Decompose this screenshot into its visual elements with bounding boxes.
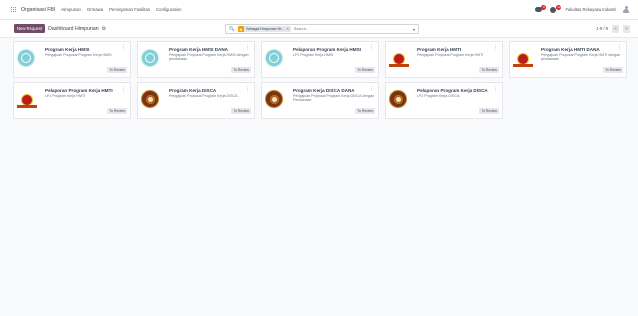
card-logo bbox=[265, 90, 283, 108]
main-menu: Himpunan Ormawa Peminjaman Fasilitas Con… bbox=[61, 7, 181, 12]
kanban-card[interactable]: Program Kerja HMSI DANA Pengajuan Propos… bbox=[137, 41, 255, 78]
card-title: Pelaporan Program Kerja HMSI bbox=[293, 47, 361, 52]
status-badge[interactable]: To Review bbox=[603, 67, 623, 73]
kanban-card[interactable]: Program Kerja DISCA Pengajuan Proposal P… bbox=[137, 82, 255, 119]
kanban-card[interactable]: Program Kerja DISCA DANA Pengajuan Propo… bbox=[261, 82, 379, 119]
user-avatar-icon[interactable] bbox=[622, 5, 630, 14]
search-input[interactable] bbox=[293, 27, 384, 31]
status-badge[interactable]: To Review bbox=[479, 67, 499, 73]
kebab-menu-icon[interactable]: ⋮ bbox=[245, 86, 250, 92]
card-title: Pelaporan Program Kerja HMTI bbox=[45, 88, 113, 93]
card-logo bbox=[141, 49, 159, 67]
card-title: Program Kerja HMSI DANA bbox=[169, 47, 228, 52]
card-logo bbox=[389, 90, 407, 108]
search-icon[interactable]: 🔍 bbox=[229, 26, 235, 32]
kebab-menu-icon[interactable]: ⋮ bbox=[121, 86, 126, 92]
card-title: Pelaporan Program Kerja DISCA bbox=[417, 88, 488, 93]
status-badge[interactable]: To Review bbox=[479, 108, 499, 114]
activity-badge: 12 bbox=[556, 5, 562, 10]
app-brand[interactable]: Organisasi FBI bbox=[21, 7, 55, 13]
kebab-menu-icon[interactable]: ⋮ bbox=[493, 86, 498, 92]
card-title: Program Kerja DISCA DANA bbox=[293, 88, 355, 93]
pager-value[interactable]: 1-9 / 9 bbox=[596, 26, 608, 31]
chat-icon[interactable]: 8 bbox=[535, 5, 547, 13]
kanban-card[interactable]: Program Kerja HMTI Pengajuan Proposal Pr… bbox=[385, 41, 503, 78]
status-badge[interactable]: To Review bbox=[107, 67, 127, 73]
card-subtitle: LPJ Program Kerja HMTI bbox=[45, 94, 86, 98]
card-logo bbox=[17, 92, 37, 108]
card-subtitle: Pengajuan Proposal Program Kerja HMSI de… bbox=[169, 53, 249, 62]
menu-peminjaman-fasilitas[interactable]: Peminjaman Fasilitas bbox=[109, 7, 150, 12]
kanban-view: Program Kerja HMSI Pengajuan Proposal Pr… bbox=[13, 41, 633, 119]
card-subtitle: Pengajuan Proposal Program Kerja HMTI de… bbox=[541, 53, 621, 62]
search-facet: ★ Sebagai Himpunan Ht... ✕ bbox=[237, 25, 291, 33]
activity-icon[interactable]: 12 bbox=[550, 5, 562, 13]
kebab-menu-icon[interactable]: ⋮ bbox=[369, 86, 374, 92]
gear-icon[interactable]: ⚙ bbox=[102, 26, 106, 32]
card-subtitle: Pengajuan Proposal Program Kerja HMSI bbox=[45, 53, 112, 57]
card-subtitle: Pengajuan Proposal Program Kerja HMTI bbox=[417, 53, 484, 57]
status-badge[interactable]: To Review bbox=[355, 67, 375, 73]
new-request-button[interactable]: New Request bbox=[14, 24, 46, 33]
menu-himpunan[interactable]: Himpunan bbox=[61, 7, 81, 12]
search-facet-label: Sebagai Himpunan Ht... bbox=[246, 27, 285, 31]
kebab-menu-icon[interactable]: ⋮ bbox=[369, 45, 374, 51]
kebab-menu-icon[interactable]: ⋮ bbox=[121, 45, 126, 51]
kanban-card[interactable]: Pelaporan Program Kerja HMSI LPJ Program… bbox=[261, 41, 379, 78]
chevron-down-icon[interactable]: ▾ bbox=[413, 27, 415, 32]
close-icon[interactable]: ✕ bbox=[286, 27, 291, 31]
kanban-card[interactable]: Pelaporan Program Kerja HMTI LPJ Program… bbox=[13, 82, 131, 119]
card-logo bbox=[141, 90, 159, 108]
navbar-right: 8 12 Fakultas Rekayasa Industri bbox=[535, 5, 630, 14]
company-name[interactable]: Fakultas Rekayasa Industri bbox=[565, 7, 616, 12]
status-badge[interactable]: To Review bbox=[231, 67, 251, 73]
card-subtitle: LPJ Program Kerja DISCA bbox=[417, 94, 460, 98]
kanban-card[interactable]: Pelaporan Program Kerja DISCA LPJ Progra… bbox=[385, 82, 503, 119]
control-panel: New Request Dashboard Himpunan ⚙ 🔍 ★ Seb… bbox=[0, 20, 638, 38]
kebab-menu-icon[interactable]: ⋮ bbox=[493, 45, 498, 51]
card-title: Program Kerja HMTI bbox=[417, 47, 462, 52]
status-badge[interactable]: To Review bbox=[355, 108, 375, 114]
apps-icon[interactable] bbox=[11, 6, 17, 13]
search-bar[interactable]: 🔍 ★ Sebagai Himpunan Ht... ✕ ▾ bbox=[225, 24, 419, 34]
chat-badge: 8 bbox=[541, 5, 547, 10]
status-badge[interactable]: To Review bbox=[231, 108, 251, 114]
card-title: Program Kerja HMTI DANA bbox=[541, 47, 600, 52]
kebab-menu-icon[interactable]: ⋮ bbox=[245, 45, 250, 51]
card-logo bbox=[513, 51, 533, 67]
card-subtitle: Pengajuan Proposal Program Kerja DISCA d… bbox=[293, 94, 375, 103]
pager-next-button[interactable]: > bbox=[623, 24, 630, 33]
pager: 1-9 / 9 < > bbox=[596, 24, 630, 33]
kebab-menu-icon[interactable]: ⋮ bbox=[617, 45, 622, 51]
page-title: Dashboard Himpunan bbox=[48, 25, 99, 32]
card-subtitle: LPJ Program Kerja HMSI bbox=[293, 53, 334, 57]
pager-prev-button[interactable]: < bbox=[612, 24, 619, 33]
card-title: Program Kerja HMSI bbox=[45, 47, 90, 52]
card-logo bbox=[17, 49, 35, 67]
kanban-card[interactable]: Program Kerja HMTI DANA Pengajuan Propos… bbox=[509, 41, 627, 78]
card-title: Program Kerja DISCA bbox=[169, 88, 217, 93]
card-subtitle: Pengajuan Proposal Program Kerja DISCA bbox=[169, 94, 238, 98]
card-logo bbox=[389, 51, 409, 67]
card-logo bbox=[265, 49, 283, 67]
menu-ormawa[interactable]: Ormawa bbox=[87, 7, 103, 12]
status-badge[interactable]: To Review bbox=[107, 108, 127, 114]
kanban-card[interactable]: Program Kerja HMSI Pengajuan Proposal Pr… bbox=[13, 41, 131, 78]
top-navbar: Organisasi FBI Himpunan Ormawa Peminjama… bbox=[0, 0, 638, 20]
menu-configuration[interactable]: Configuration bbox=[156, 7, 182, 12]
